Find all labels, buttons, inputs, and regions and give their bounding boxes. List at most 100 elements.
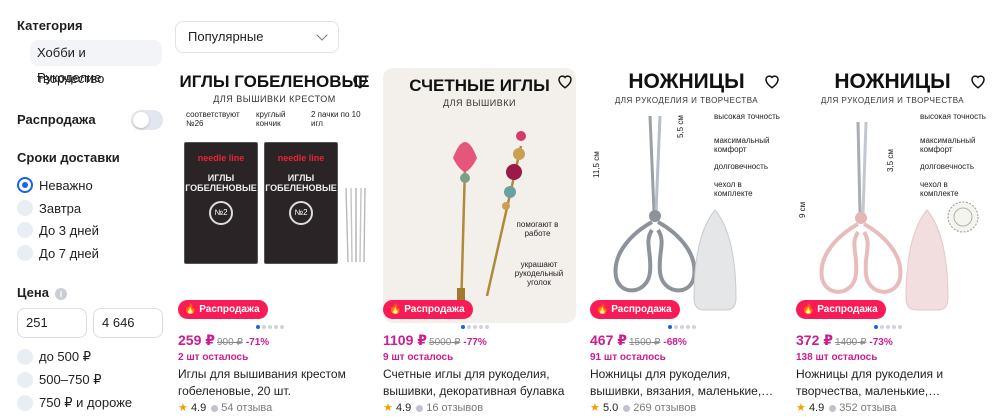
discount: -77% [463,337,487,348]
image-feature: 2 пачки по 10 игл [311,110,361,128]
image-carousel-dots[interactable] [256,325,284,329]
image-title: СЧЕТНЫЕ ИГЛЫ [409,76,550,95]
radio-checked-icon [17,177,33,193]
radio-label: 750 ₽ и дороже [39,395,133,410]
price-range-500-750[interactable]: 500–750 ₽ [17,371,102,389]
radio-label: до 500 ₽ [39,349,91,364]
image-subtitle: ДЛЯ РУКОДЕЛИЯ И ТВОРЧЕСТВА [614,96,759,105]
pack-text: ИГЛЫ ГОБЕЛЕНОВЫЕ [265,173,337,193]
image-carousel-dots[interactable] [461,325,489,329]
image-feature: высокая точность [714,112,780,121]
product-card[interactable]: НОЖНИЦЫ ДЛЯ РУКОДЕЛИЯ И ТВОРЧЕСТВА 11,5 … [590,68,783,418]
image-subtitle: ДЛЯ ВЫШИВКИ КРЕСТОМ [213,94,336,104]
rating[interactable]: ★ 5.0 269 отзывов [590,401,696,414]
needle-pack-1: needle line ИГЛЫ ГОБЕЛЕНОВЫЕ №2 [184,142,258,264]
pack-brand: needle line [277,153,325,163]
heart-icon[interactable] [763,72,781,90]
radio-icon [17,349,33,365]
radio-label: Неважно [39,177,93,193]
reviews-count: 16 отзывов [426,402,484,414]
product-card[interactable]: ИГЛЫ ГОБЕЛЕНОВЫЕ ДЛЯ ВЫШИВКИ КРЕСТОМ соо… [178,68,371,418]
radio-label: До 3 дней [39,222,99,238]
pack-number: №2 [289,201,313,225]
sale-badge: 🔥 Распродажа [178,300,268,319]
product-image[interactable]: НОЖНИЦЫ ДЛЯ РУКОДЕЛИЯ И ТВОРЧЕСТВА 9 см … [796,68,989,323]
product-image[interactable]: ИГЛЫ ГОБЕЛЕНОВЫЕ ДЛЯ ВЫШИВКИ КРЕСТОМ соо… [178,68,371,323]
image-carousel-dots[interactable] [874,325,902,329]
case-illustration [693,209,737,311]
sale-badge: 🔥 Распродажа [590,300,680,319]
sale-label: Распродажа [17,112,96,127]
heart-icon[interactable] [556,72,574,90]
radio-label: 500–750 ₽ [39,372,102,387]
product-image[interactable]: НОЖНИЦЫ ДЛЯ РУКОДЕЛИЯ И ТВОРЧЕСТВА 11,5 … [590,68,783,323]
pack-text: ИГЛЫ ГОБЕЛЕНОВЫЕ [185,173,257,193]
rating[interactable]: ★ 4.9 352 отзыва [796,401,896,414]
image-feature: украшают рукодельный уголок [514,260,564,287]
price-range-750-plus[interactable]: 750 ₽ и дороже [17,394,132,412]
price-min-input[interactable]: 251 [17,308,87,338]
stock-left: 138 шт осталось [796,352,878,363]
star-icon: ★ [178,402,188,414]
case-illustration [905,209,949,311]
sort-dropdown[interactable]: Популярные [175,21,339,53]
current-price: 467 ₽ [590,332,627,348]
reviews-icon [623,404,631,412]
seal-icon [947,201,979,233]
current-price: 259 ₽ [178,332,215,348]
image-feature: круглый кончик [256,110,286,128]
filters-sidebar: Категория Хобби и творчество Рукоделие Р… [0,0,175,418]
sale-badge: 🔥 Распродажа [796,300,886,319]
sale-toggle[interactable] [131,110,163,130]
price-range-under-500[interactable]: до 500 ₽ [17,348,91,366]
product-title[interactable]: Иглы для вышивания крестом гобеленовые, … [178,366,368,400]
delivery-option-tomorrow[interactable]: Завтра [17,199,81,217]
product-image[interactable]: СЧЕТНЫЕ ИГЛЫ ДЛЯ ВЫШИВКИ помогают в рабо… [383,68,576,323]
sort-selected: Популярные [188,29,264,44]
current-price: 1109 ₽ [383,332,428,348]
dimension-label: 3,5 см [886,149,895,172]
price: 1109 ₽5000 ₽ -77% [383,332,487,349]
rating-value: 4.9 [190,402,207,414]
discount: -73% [869,337,893,348]
delivery-heading: Сроки доставки [17,150,120,165]
heart-icon[interactable] [969,72,987,90]
rating[interactable]: ★ 4.9 54 отзыва [178,401,272,414]
product-title[interactable]: Ножницы для рукоделия и творчества, мале… [796,366,986,400]
sale-badge-text: Распродажа [817,304,878,315]
radio-icon [17,200,33,216]
product-card[interactable]: СЧЕТНЫЕ ИГЛЫ ДЛЯ ВЫШИВКИ помогают в рабо… [383,68,576,418]
product-title[interactable]: Счетные иглы для рукоделия, вышивки, дек… [383,366,573,400]
image-feature: высокая точность [920,112,986,121]
rating-value: 4.9 [395,402,412,414]
category-item-needlework[interactable]: Рукоделие [30,65,108,91]
delivery-option-3-days[interactable]: До 3 дней [17,221,99,239]
category-item-hobby[interactable]: Хобби и творчество [30,40,162,86]
image-subtitle: ДЛЯ РУКОДЕЛИЯ И ТВОРЧЕСТВА [820,96,965,105]
price-max-input[interactable]: 4 646 [93,308,163,338]
radio-label: Завтра [39,200,82,216]
product-title[interactable]: Ножницы для рукоделия, вышивки, вязания,… [590,366,780,400]
rating[interactable]: ★ 4.9 16 отзывов [383,401,483,414]
pack-brand: needle line [197,153,245,163]
scissors-illustration [819,121,903,294]
discount: -71% [245,337,270,348]
sale-badge: 🔥 Распродажа [383,300,473,319]
delivery-option-7-days[interactable]: До 7 дней [17,244,99,262]
price: 467 ₽1500 ₽ -68% [590,332,687,349]
delivery-option-any[interactable]: Неважно [17,176,93,194]
image-feature: чехол в комплекте [920,180,959,198]
sale-badge-text: Распродажа [199,304,260,315]
image-title: НОЖНИЦЫ [628,70,745,93]
sale-badge-text: Распродажа [404,304,465,315]
heart-icon[interactable] [351,72,369,90]
dimension-label: 11,5 см [592,151,601,178]
image-feature: помогают в работе [516,220,559,238]
old-price: 900 ₽ [217,337,243,348]
info-icon[interactable]: i [54,287,67,300]
product-card[interactable]: НОЖНИЦЫ ДЛЯ РУКОДЕЛИЯ И ТВОРЧЕСТВА 9 см … [796,68,989,418]
image-carousel-dots[interactable] [668,325,696,329]
price: 259 ₽900 ₽ -71% [178,332,269,349]
stock-left: 91 шт осталось [590,352,666,363]
star-icon: ★ [796,402,806,414]
